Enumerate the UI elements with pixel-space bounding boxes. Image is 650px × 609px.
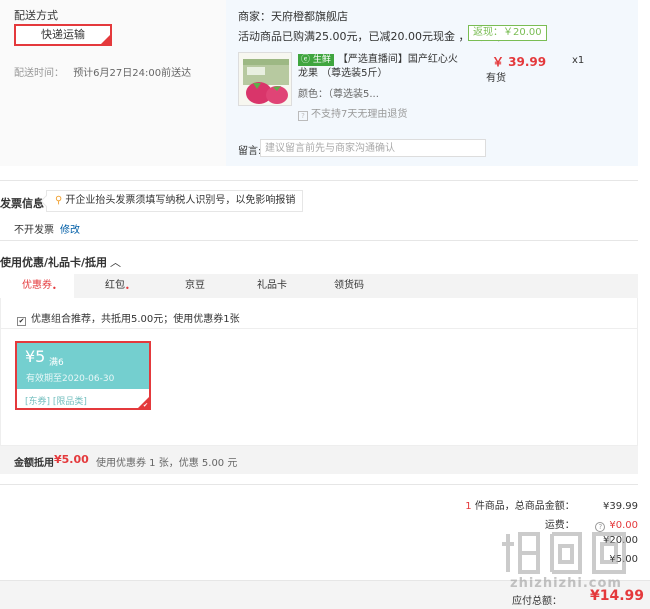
divider (0, 180, 638, 181)
shipping-title: 配送方式 (14, 9, 58, 22)
coupon-condition: 满6 (49, 358, 64, 368)
return-policy-text: 不支持7天无理由退货 (311, 109, 408, 120)
tab-pickup-code[interactable]: 领货码 (322, 274, 376, 298)
shipping-time-label: 配送时间： (14, 68, 64, 79)
watermark-text: zhizhizhi.com (510, 576, 622, 591)
dragon-fruit-box-icon (243, 59, 289, 104)
deduct-desc: 使用优惠券 1 张，优惠 5.00 元 (96, 458, 238, 469)
tab-label: 京豆 (185, 280, 205, 291)
tab-gift-card[interactable]: 礼品卡 (245, 274, 299, 298)
tab-label: 领货码 (334, 280, 364, 291)
divider (1, 328, 637, 329)
product-color-label: 颜色： (298, 89, 328, 100)
cashback-badge: 返现：￥20.00 (468, 25, 547, 41)
invoice-status-text: 不开发票 (14, 225, 54, 236)
invoice-edit-link[interactable]: 修改 (60, 225, 80, 236)
deduct-amount: ¥5.00 (54, 453, 89, 466)
invoice-tip: ⚲ 开企业抬头发票须填写纳税人识别号，以免影响报销 (40, 190, 304, 212)
tab-jingdou[interactable]: 京豆 (170, 274, 220, 298)
coupon-expire: 有效期至2020-06-30 (26, 374, 115, 384)
combo-recommend[interactable]: ✔ 优惠组合推荐，共抵用5.00元；使用优惠券1张 (17, 310, 240, 326)
tab-red-packet[interactable]: 红包 • (90, 274, 140, 298)
divider (0, 240, 638, 241)
fresh-tag-label: 生鲜 (312, 55, 331, 65)
shipping-option-express[interactable]: 快递运输 ✔ (14, 24, 112, 46)
coupon-section-title-text: 使用优惠/礼品卡/抵用 (0, 256, 108, 269)
product-color-value: （尊选装5... (328, 89, 379, 100)
memo-label: 留言: (238, 146, 262, 157)
chevron-up-icon: ︿ (110, 256, 122, 269)
product-title[interactable]: ⓔ 生鲜 【严选直播间】国产红心火龙果 （尊选装5斤） (298, 53, 458, 81)
site-watermark-logo (502, 532, 626, 574)
coupon-tags: [东券] [限品类] (25, 397, 87, 407)
deduct-bar: 金额抵用 ¥5.00 使用优惠券 1 张，优惠 5.00 元 (0, 446, 638, 474)
summary-count: 1 (465, 501, 472, 512)
coupon-card-top: ¥5 满6 有效期至2020-06-30 (17, 343, 149, 389)
invoice-title: 发票信息 (0, 197, 44, 210)
coupon-tabs: 优惠券 • 红包 • 京豆 礼品卡 领货码 (0, 274, 638, 298)
return-policy: ? 不支持7天无理由退货 (298, 105, 407, 121)
tab-coupons[interactable]: 优惠券 • (0, 274, 74, 298)
check-icon: ✔ (103, 33, 109, 40)
fresh-tag-icon: ⓔ (301, 55, 311, 65)
merchant-panel: 商家：天府橙都旗舰店 活动商品已购满25.00元，已减20.00元现金 ，已免邮… (226, 0, 638, 166)
product-stock: 有货 (486, 73, 506, 84)
tab-label: 红包 (105, 280, 125, 291)
summary-count-suffix: 件商品，总商品金额： (474, 501, 575, 512)
summary-goods-row: 1 件商品，总商品金额： ¥39.99 (465, 497, 638, 512)
divider (0, 484, 638, 485)
shipping-time-value: 预计6月27日24:00前送达 (73, 68, 192, 79)
shipping-panel: 配送方式 快递运输 ✔ 配送时间： 预计6月27日24:00前送达 (0, 0, 226, 166)
invoice-status: 不开发票 修改 (14, 221, 80, 236)
shipping-time: 配送时间： 预计6月27日24:00前送达 (14, 64, 191, 79)
memo-input[interactable] (260, 139, 486, 157)
location-pin-icon: ⚲ (55, 195, 63, 206)
product-price: ￥ 39.99 (492, 55, 547, 69)
merchant-name: 商家：天府橙都旗舰店 (238, 10, 348, 23)
combo-recommend-text: 优惠组合推荐，共抵用5.00元；使用优惠券1张 (31, 314, 240, 325)
return-policy-icon: ? (298, 111, 308, 121)
deduct-label: 金额抵用 (14, 458, 54, 469)
summary-goods-total: ¥39.99 (603, 501, 638, 512)
fresh-tag: ⓔ 生鲜 (298, 54, 334, 66)
invoice-tip-text: 开企业抬头发票须填写纳税人识别号，以免影响报销 (65, 195, 296, 206)
product-thumbnail[interactable] (238, 52, 292, 106)
coupon-section-title[interactable]: 使用优惠/礼品卡/抵用 ︿ (0, 254, 121, 270)
checkbox-checked-icon[interactable]: ✔ (17, 317, 26, 326)
coupon-amount: ¥5 (25, 347, 46, 366)
promo-line: 活动商品已购满25.00元，已减20.00元现金 ，已免邮 (238, 30, 503, 43)
shipping-option-label: 快递运输 (41, 28, 85, 41)
product-color: 颜色：（尊选装5... (298, 85, 379, 100)
check-icon: ✔ (142, 402, 148, 409)
tab-label: 礼品卡 (257, 280, 287, 291)
tab-label: 优惠券 (22, 280, 52, 291)
coupon-card[interactable]: ¥5 满6 有效期至2020-06-30 [东券] [限品类] ✔ (15, 341, 151, 410)
product-qty: x1 (572, 55, 585, 66)
